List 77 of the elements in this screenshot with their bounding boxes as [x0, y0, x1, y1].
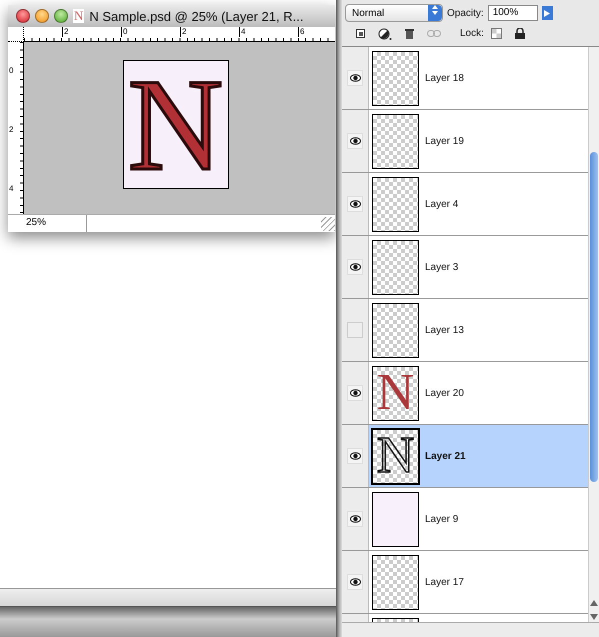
eye-icon — [350, 200, 360, 208]
eye-icon — [350, 389, 360, 397]
visibility-toggle[interactable] — [347, 196, 363, 212]
layer-name[interactable]: Layer 21 — [425, 450, 466, 462]
document-icon: N — [73, 9, 84, 23]
stepper-icon — [432, 5, 438, 15]
visibility-toggle[interactable] — [347, 385, 363, 401]
visibility-toggle[interactable] — [347, 259, 363, 275]
ruler-label: 4 — [9, 184, 14, 193]
lock-transparency-icon[interactable] — [356, 29, 365, 38]
visibility-toggle[interactable] — [347, 574, 363, 590]
close-button[interactable] — [16, 9, 30, 23]
layer-row[interactable]: N Layer 21 — [342, 425, 588, 488]
ruler-label: 2 — [180, 27, 186, 37]
eye-icon — [350, 515, 360, 523]
layer-thumbnail — [372, 554, 419, 610]
lock-label: Lock: — [460, 28, 484, 39]
visibility-toggle[interactable] — [347, 133, 363, 149]
layer-thumbnail — [372, 50, 419, 106]
eye-icon — [350, 137, 360, 145]
blend-mode-select[interactable]: Normal — [345, 4, 443, 22]
panel-splitter[interactable] — [336, 0, 342, 637]
ruler-label: 0 — [121, 27, 128, 37]
layer-name[interactable]: Layer 13 — [425, 324, 464, 336]
layer-row[interactable]: Layer 4 — [342, 173, 588, 236]
visibility-toggle[interactable] — [347, 448, 363, 464]
layer-row[interactable]: Layer 17 — [342, 551, 588, 614]
scroll-thumb[interactable] — [590, 152, 598, 482]
checkerboard-icon[interactable] — [490, 28, 502, 39]
layer-row[interactable]: Layer 3 — [342, 236, 588, 299]
scrollbar[interactable] — [588, 47, 599, 622]
visibility-toggle[interactable] — [347, 511, 363, 527]
opacity-field[interactable]: 100% — [488, 5, 538, 21]
eye-icon — [350, 263, 360, 271]
layer-name[interactable]: Layer 9 — [425, 514, 458, 524]
eye-icon — [350, 74, 360, 82]
layer-row[interactable]: Layer 13 — [342, 299, 588, 362]
opacity-slider-button[interactable] — [542, 6, 553, 20]
minimize-button[interactable] — [35, 9, 49, 23]
half-circle-icon[interactable] — [378, 28, 392, 40]
ruler-label: 6 — [298, 27, 304, 37]
trash-icon[interactable] — [405, 28, 414, 39]
layer-thumbnail — [372, 114, 419, 168]
ruler-label: 2 — [62, 27, 68, 37]
window-title: N Sample.psd @ 25% (Layer 21, R... — [89, 8, 304, 24]
layer-name[interactable]: Layer 3 — [425, 262, 458, 272]
layer-name[interactable]: Layer 18 — [425, 72, 464, 84]
layer-thumbnail — [372, 176, 419, 232]
eye-icon — [350, 452, 360, 460]
eye-icon — [350, 578, 360, 586]
ruler-label: 0 — [9, 66, 14, 75]
ruler-label: 2 — [9, 125, 14, 134]
thumbnail-letter: N — [376, 430, 414, 482]
zoom-button[interactable] — [54, 9, 68, 23]
layer-thumbnail — [372, 492, 419, 546]
resize-grip-icon[interactable] — [321, 217, 335, 231]
opacity-label: Opacity: — [447, 8, 484, 18]
layer-row[interactable]: Layer 9 — [342, 488, 588, 551]
triangle-icon — [544, 10, 550, 16]
layer-row[interactable]: N Layer 20 — [342, 362, 588, 425]
scroll-arrows-icon[interactable] — [590, 598, 598, 622]
layer-row[interactable]: Layer 18 — [342, 47, 588, 110]
visibility-toggle[interactable] — [347, 322, 363, 338]
thumbnail-letter: N — [376, 367, 414, 419]
layer-name[interactable]: Layer 17 — [425, 576, 464, 588]
layer-name[interactable]: Layer 19 — [425, 136, 464, 146]
layer-name[interactable]: Layer 4 — [425, 198, 458, 210]
ruler-origin[interactable] — [8, 27, 24, 42]
canvas-letter: N — [128, 58, 224, 190]
link-icon — [427, 30, 441, 37]
layer-name[interactable]: Layer 20 — [425, 388, 464, 398]
layer-row[interactable]: Layer 19 — [342, 110, 588, 173]
ruler-label: 4 — [239, 27, 246, 37]
lock-icon[interactable] — [514, 28, 525, 39]
layer-thumbnail — [372, 302, 419, 358]
layer-thumbnail — [372, 240, 419, 294]
visibility-toggle[interactable] — [347, 70, 363, 86]
